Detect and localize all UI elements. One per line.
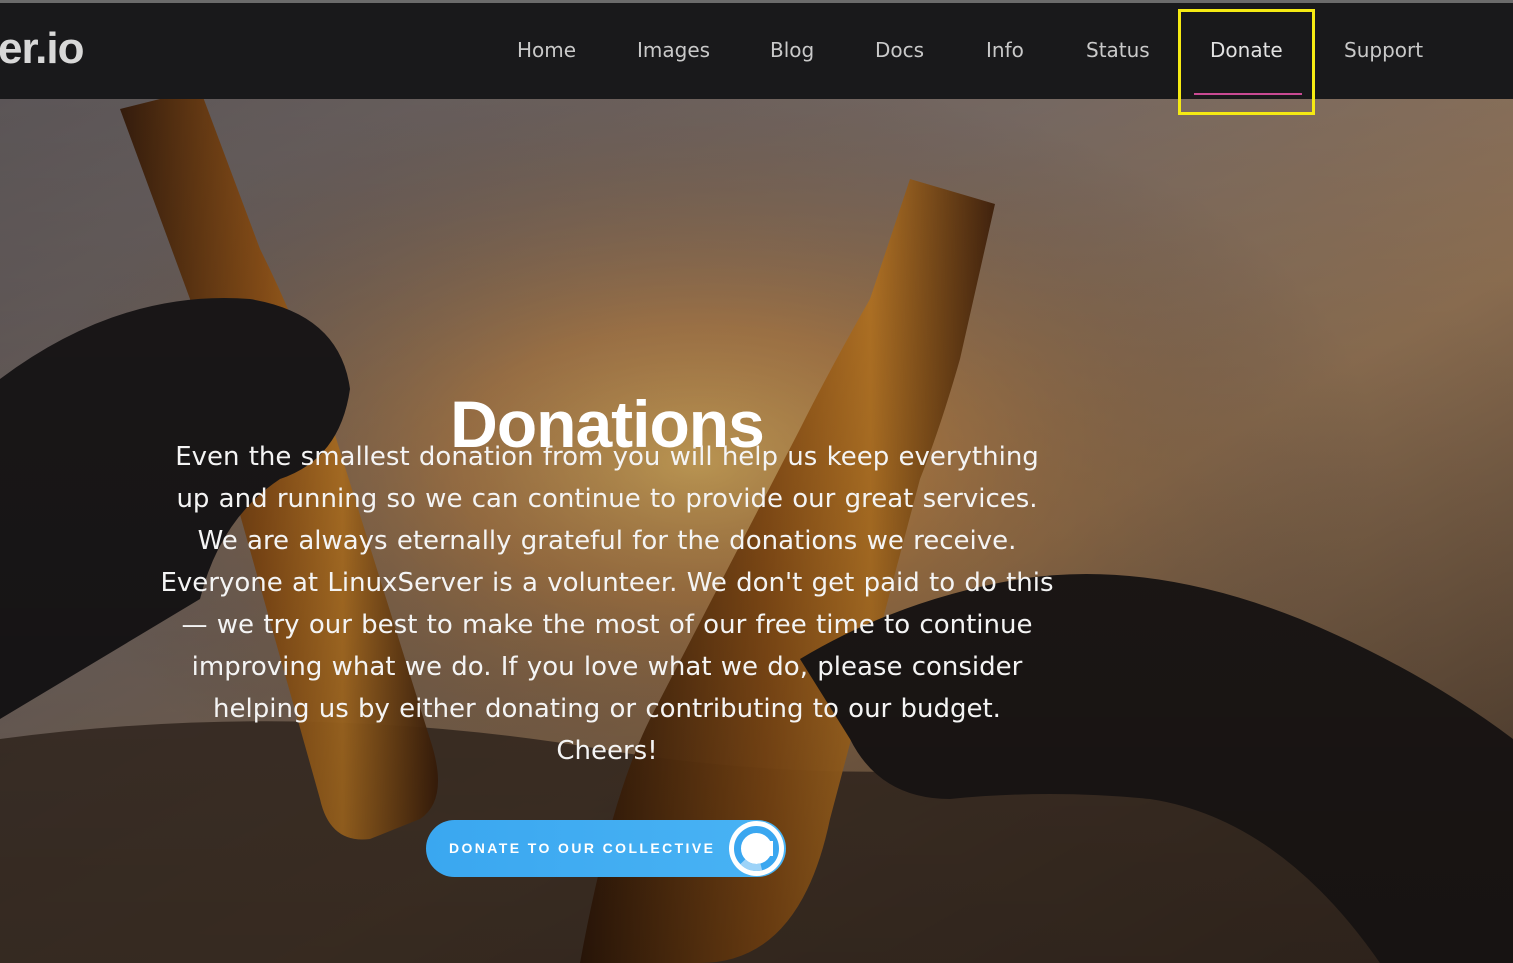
- nav-donate[interactable]: Donate: [1210, 36, 1283, 64]
- donations-page: er.io Home Images Blog Docs Info Status …: [0, 0, 1513, 963]
- window-top-border: [0, 0, 1513, 3]
- nav-info[interactable]: Info: [986, 36, 1024, 64]
- nav-active-indicator: [1194, 93, 1302, 95]
- site-logo[interactable]: er.io: [0, 24, 84, 74]
- donation-description: Even the smallest donation from you will…: [160, 442, 1054, 766]
- nav-home[interactable]: Home: [517, 36, 576, 64]
- opencollective-icon: [729, 821, 784, 876]
- donate-collective-button[interactable]: DONATE TO OUR COLLECTIVE: [426, 820, 786, 877]
- nav-images[interactable]: Images: [637, 36, 710, 64]
- nav-docs[interactable]: Docs: [875, 36, 924, 64]
- nav-support[interactable]: Support: [1344, 36, 1423, 64]
- top-navbar: er.io Home Images Blog Docs Info Status …: [0, 0, 1513, 99]
- donate-button-label: DONATE TO OUR COLLECTIVE: [449, 840, 716, 856]
- nav-blog[interactable]: Blog: [770, 36, 814, 64]
- nav-status[interactable]: Status: [1086, 36, 1150, 64]
